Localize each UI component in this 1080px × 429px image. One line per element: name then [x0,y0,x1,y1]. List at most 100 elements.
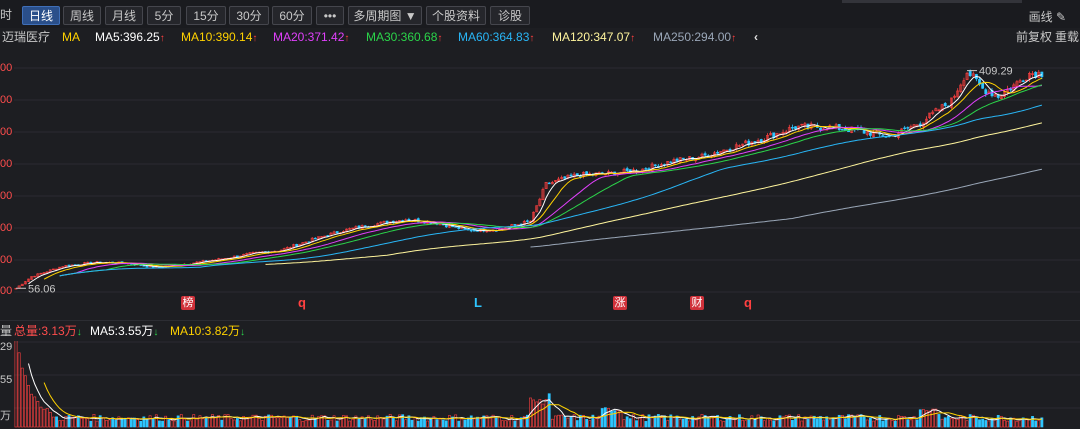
candle-body [67,264,71,267]
volume-bar [441,419,445,428]
event-marker-earnings[interactable]: 财 [690,296,704,310]
volume-bar [744,420,748,428]
volume-bar [650,416,654,428]
volume-bar [73,417,77,428]
overlay-button[interactable]: 重载 [1055,28,1079,47]
candle-body [981,82,985,89]
candle-body [469,229,473,232]
tab-minute[interactable]: 时 [0,6,16,25]
ma-label[interactable]: MA [62,28,80,47]
candle-body [794,126,797,130]
volume-bar [513,420,517,428]
volume-bar [734,419,738,428]
draw-line-button[interactable]: 画线 ✎ [1029,8,1066,25]
diagnose-button[interactable]: 诊股 [490,6,530,25]
volume-bar [928,410,932,428]
volume-ma10: MA10:3.82万↓ [170,322,245,342]
candle-body [585,171,589,175]
event-marker-limit-up[interactable]: 涨 [613,296,627,310]
volume-bar [42,408,46,428]
volume-bar [329,419,333,428]
adjust-price-button[interactable]: 前复权 [1016,28,1052,47]
volume-bar [111,417,115,428]
event-marker-q[interactable]: q [741,296,755,310]
ma120-text: MA120:347.07 [552,30,631,44]
volume-bar [80,418,83,428]
volume-bar [566,417,570,428]
volume-ma5-text: MA5:3.55万 [90,324,154,338]
volume-bar [61,420,65,428]
tab-60min[interactable]: 60分 [272,6,312,25]
volume-bar [257,418,261,428]
volume-bar [463,419,467,428]
volume-bar [229,418,233,428]
volume-bar [934,408,938,428]
volume-bar [129,418,133,428]
volume-bar [176,415,180,428]
search-box-edge [842,0,1022,3]
volume-bar [273,417,277,428]
volume-bar [996,415,1000,428]
volume-bar [946,415,950,428]
volume-bar [288,417,292,428]
volume-bar [120,419,124,428]
volume-bar [14,341,18,428]
volume-bar [307,419,311,428]
volume-bar [772,420,776,428]
volume-bar [101,417,105,428]
multi-period-dropdown[interactable]: 多周期图 ▼ [348,6,422,25]
down-arrow-icon: ↓ [76,327,82,338]
tab-30min[interactable]: 30分 [229,6,269,25]
volume-bar [279,417,283,428]
volume-bar [510,415,514,428]
volume-bar [448,415,451,428]
tab-5min[interactable]: 5分 [147,6,181,25]
chevron-left-icon[interactable]: ‹ [754,28,758,47]
candle-body [968,71,972,76]
tab-weekly[interactable]: 周线 [63,6,101,25]
volume-bar [709,416,713,428]
tab-15min[interactable]: 15分 [186,6,226,25]
more-periods-button[interactable]: ••• [316,6,344,25]
price-chart[interactable]: 409.29 56.06 [0,48,1080,320]
volume-bar [154,414,158,428]
volume-bar [853,416,857,428]
volume-bar [685,418,688,428]
ma-line-ma30 [59,84,1043,277]
stock-profile-button[interactable]: 个股资料 [426,6,486,25]
volume-bar [108,419,111,428]
volume-bar [619,412,623,428]
volume-bar [893,420,897,428]
candle-body [313,237,317,240]
volume-bar [585,418,589,428]
volume-bar [722,421,726,428]
event-marker-q[interactable]: q [295,296,309,310]
tab-monthly[interactable]: 月线 [105,6,143,25]
volume-bar [872,420,875,428]
candle-body [906,127,910,129]
volume-bar [937,414,941,428]
volume-bar [58,420,62,428]
volume-bar [33,396,37,428]
candle-body [472,230,476,232]
volume-bar [918,409,922,428]
volume-bar [285,416,289,428]
volume-chart[interactable] [0,341,1080,429]
ma60-value: MA60:364.83↑ [458,28,534,48]
volume-bar [1015,420,1019,428]
event-marker-l[interactable]: L [471,296,485,310]
volume-bar [469,415,473,428]
volume-bar [981,418,985,428]
ma-legend-row: 迈瑞医疗 MA MA5:396.25↑ MA10:390.14↑ MA20:37… [0,28,1080,47]
volume-bar [235,418,239,428]
volume-bar [1031,416,1034,428]
volume-bar [713,416,716,428]
candle-body [819,127,822,130]
candle-body [145,265,149,268]
volume-bar [83,417,87,428]
candle-body [547,182,551,185]
volume-bar [351,418,355,428]
tab-daily[interactable]: 日线 [22,6,60,25]
event-marker-rank[interactable]: 榜 [181,296,195,310]
volume-bar [603,407,607,428]
